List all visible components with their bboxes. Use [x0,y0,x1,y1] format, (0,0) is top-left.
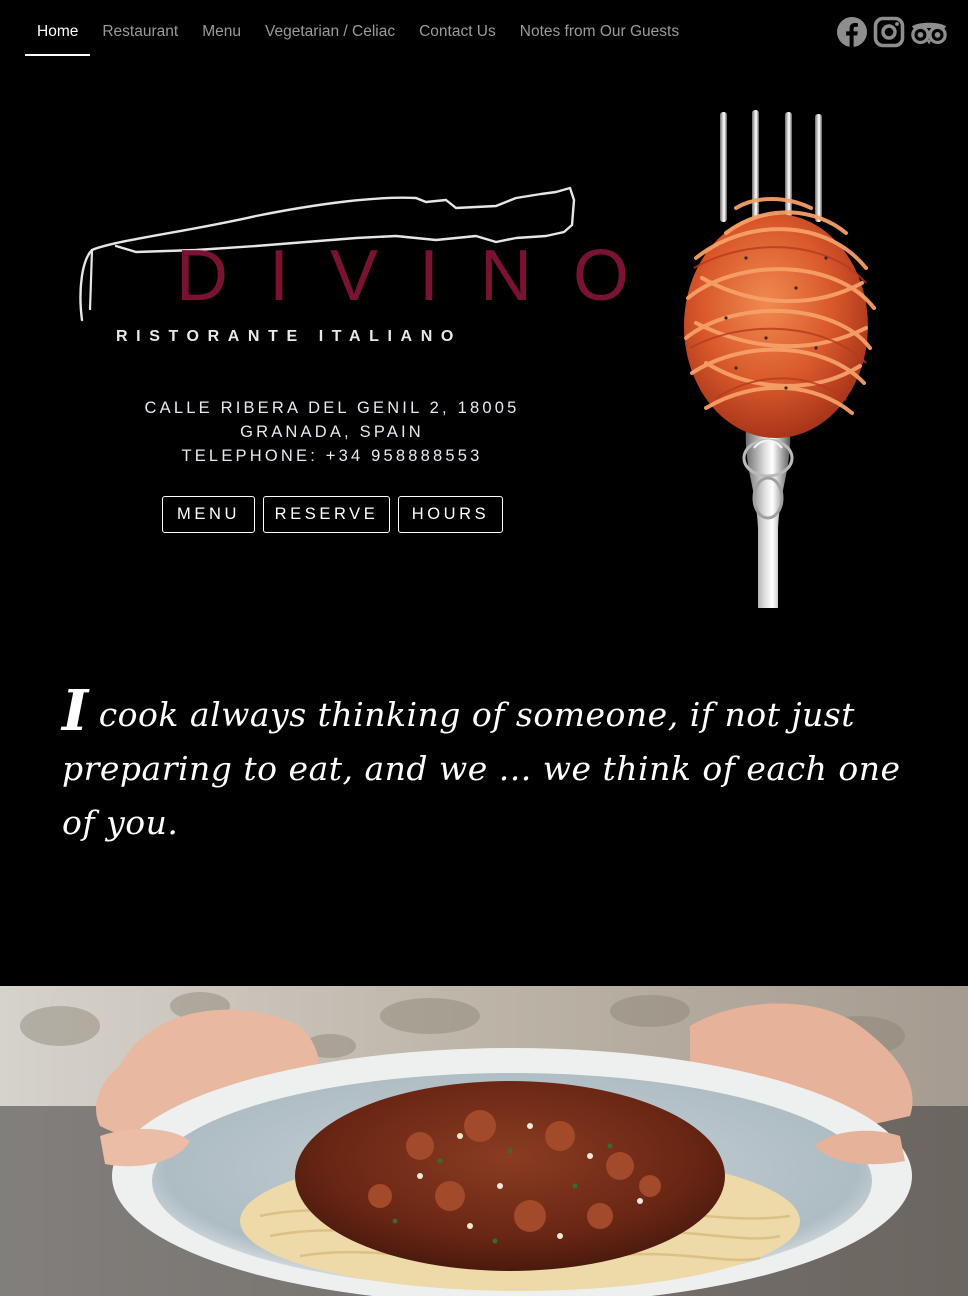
address-street: CALLE RIBERA DEL GENIL 2, 18005 [144,399,520,417]
nav-item-menu[interactable]: Menu [190,14,253,56]
logo-wordmark: DIVINO [176,236,671,316]
pasta-bolognese-photo [0,986,968,1296]
nav-item-vegetarian-celiac[interactable]: Vegetarian / Celiac [253,14,407,56]
nav-item-contact-us[interactable]: Contact Us [407,14,508,56]
nav-item-notes-from-guests[interactable]: Notes from Our Guests [508,14,691,56]
instagram-icon[interactable] [873,15,905,49]
hero-buttons: MENU RESERVE HOURS [162,496,503,533]
nav-item-home[interactable]: Home [25,14,91,56]
nav-list: Home Restaurant Menu Vegetarian / Celiac… [25,14,691,56]
facebook-icon[interactable] [836,15,868,49]
top-nav: Home Restaurant Menu Vegetarian / Celiac… [0,0,968,64]
nav-item-restaurant[interactable]: Restaurant [90,14,190,56]
address-city: GRANADA, SPAIN [240,423,424,441]
chef-quote: Icook always thinking of someone, if not… [62,680,902,850]
address-block: CALLE RIBERA DEL GENIL 2, 18005 GRANADA,… [112,396,552,468]
quote-dropcap: I [62,678,89,744]
logo-subtitle: RISTORANTE ITALIANO [116,328,462,345]
fork-spaghetti-image [684,110,876,608]
quote-text: cook always thinking of someone, if not … [62,695,901,842]
tripadvisor-icon[interactable] [910,15,948,49]
reserve-button[interactable]: RESERVE [263,496,390,533]
address-phone[interactable]: TELEPHONE: +34 958888553 [112,444,552,468]
menu-button[interactable]: MENU [162,496,255,533]
hours-button[interactable]: HOURS [398,496,503,533]
page: Home Restaurant Menu Vegetarian / Celiac… [0,0,968,1296]
divino-logo: DIVINO RISTORANTE ITALIANO [76,180,629,365]
social-links [836,15,948,49]
